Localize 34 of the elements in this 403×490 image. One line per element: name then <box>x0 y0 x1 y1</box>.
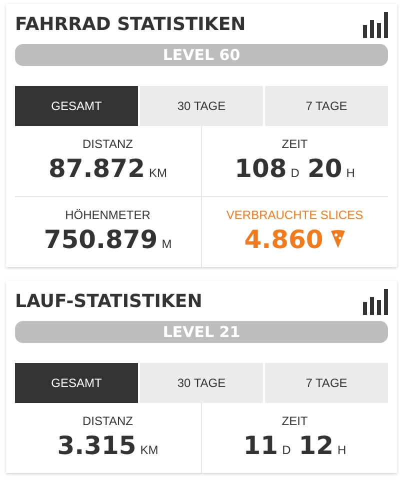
unit-label: H <box>346 165 355 182</box>
stat-value: 20 <box>307 154 342 184</box>
period-tab[interactable]: GESAMT <box>15 363 138 403</box>
unit-label: KM <box>148 165 167 182</box>
card-title: LAUF-STATISTIKEN <box>15 290 202 314</box>
unit-label: M <box>162 236 172 253</box>
stat-value: 3.315 <box>57 431 136 461</box>
stat-label: VERBRAUCHTE SLICES <box>226 207 364 223</box>
unit-label: KM <box>140 442 158 459</box>
unit-label: D <box>282 442 291 459</box>
stat-label: DISTANZ <box>82 136 133 152</box>
bar-chart-icon[interactable] <box>362 289 388 315</box>
unit-label: D <box>290 165 300 182</box>
level-label: LEVEL 60 <box>162 44 240 66</box>
stat-value: 87.872 <box>48 154 145 184</box>
period-tab[interactable]: 7 TAGE <box>265 363 388 403</box>
card-title: FAHRRAD STATISTIKEN <box>15 13 246 37</box>
bar-chart-icon[interactable] <box>362 12 388 38</box>
stat-label: HÖHENMETER <box>65 207 150 223</box>
stat-value: 4.860 <box>244 225 324 255</box>
stat-label: ZEIT <box>282 136 308 152</box>
stat-value: 11 <box>243 431 278 461</box>
stat-label: ZEIT <box>282 413 308 429</box>
period-tab[interactable]: GESAMT <box>15 86 138 126</box>
stat-value: 108 <box>234 154 287 184</box>
level-label: LEVEL 21 <box>162 322 240 343</box>
period-tab[interactable]: 30 TAGE <box>140 363 263 403</box>
period-tab[interactable]: 7 TAGE <box>265 86 388 126</box>
unit-label: H <box>338 442 346 459</box>
pizza-slice-icon <box>331 230 346 248</box>
period-tab[interactable]: 30 TAGE <box>140 86 263 126</box>
stat-value: 12 <box>298 431 334 461</box>
stat-value: 750.879 <box>44 225 158 255</box>
stat-label: DISTANZ <box>82 413 133 429</box>
